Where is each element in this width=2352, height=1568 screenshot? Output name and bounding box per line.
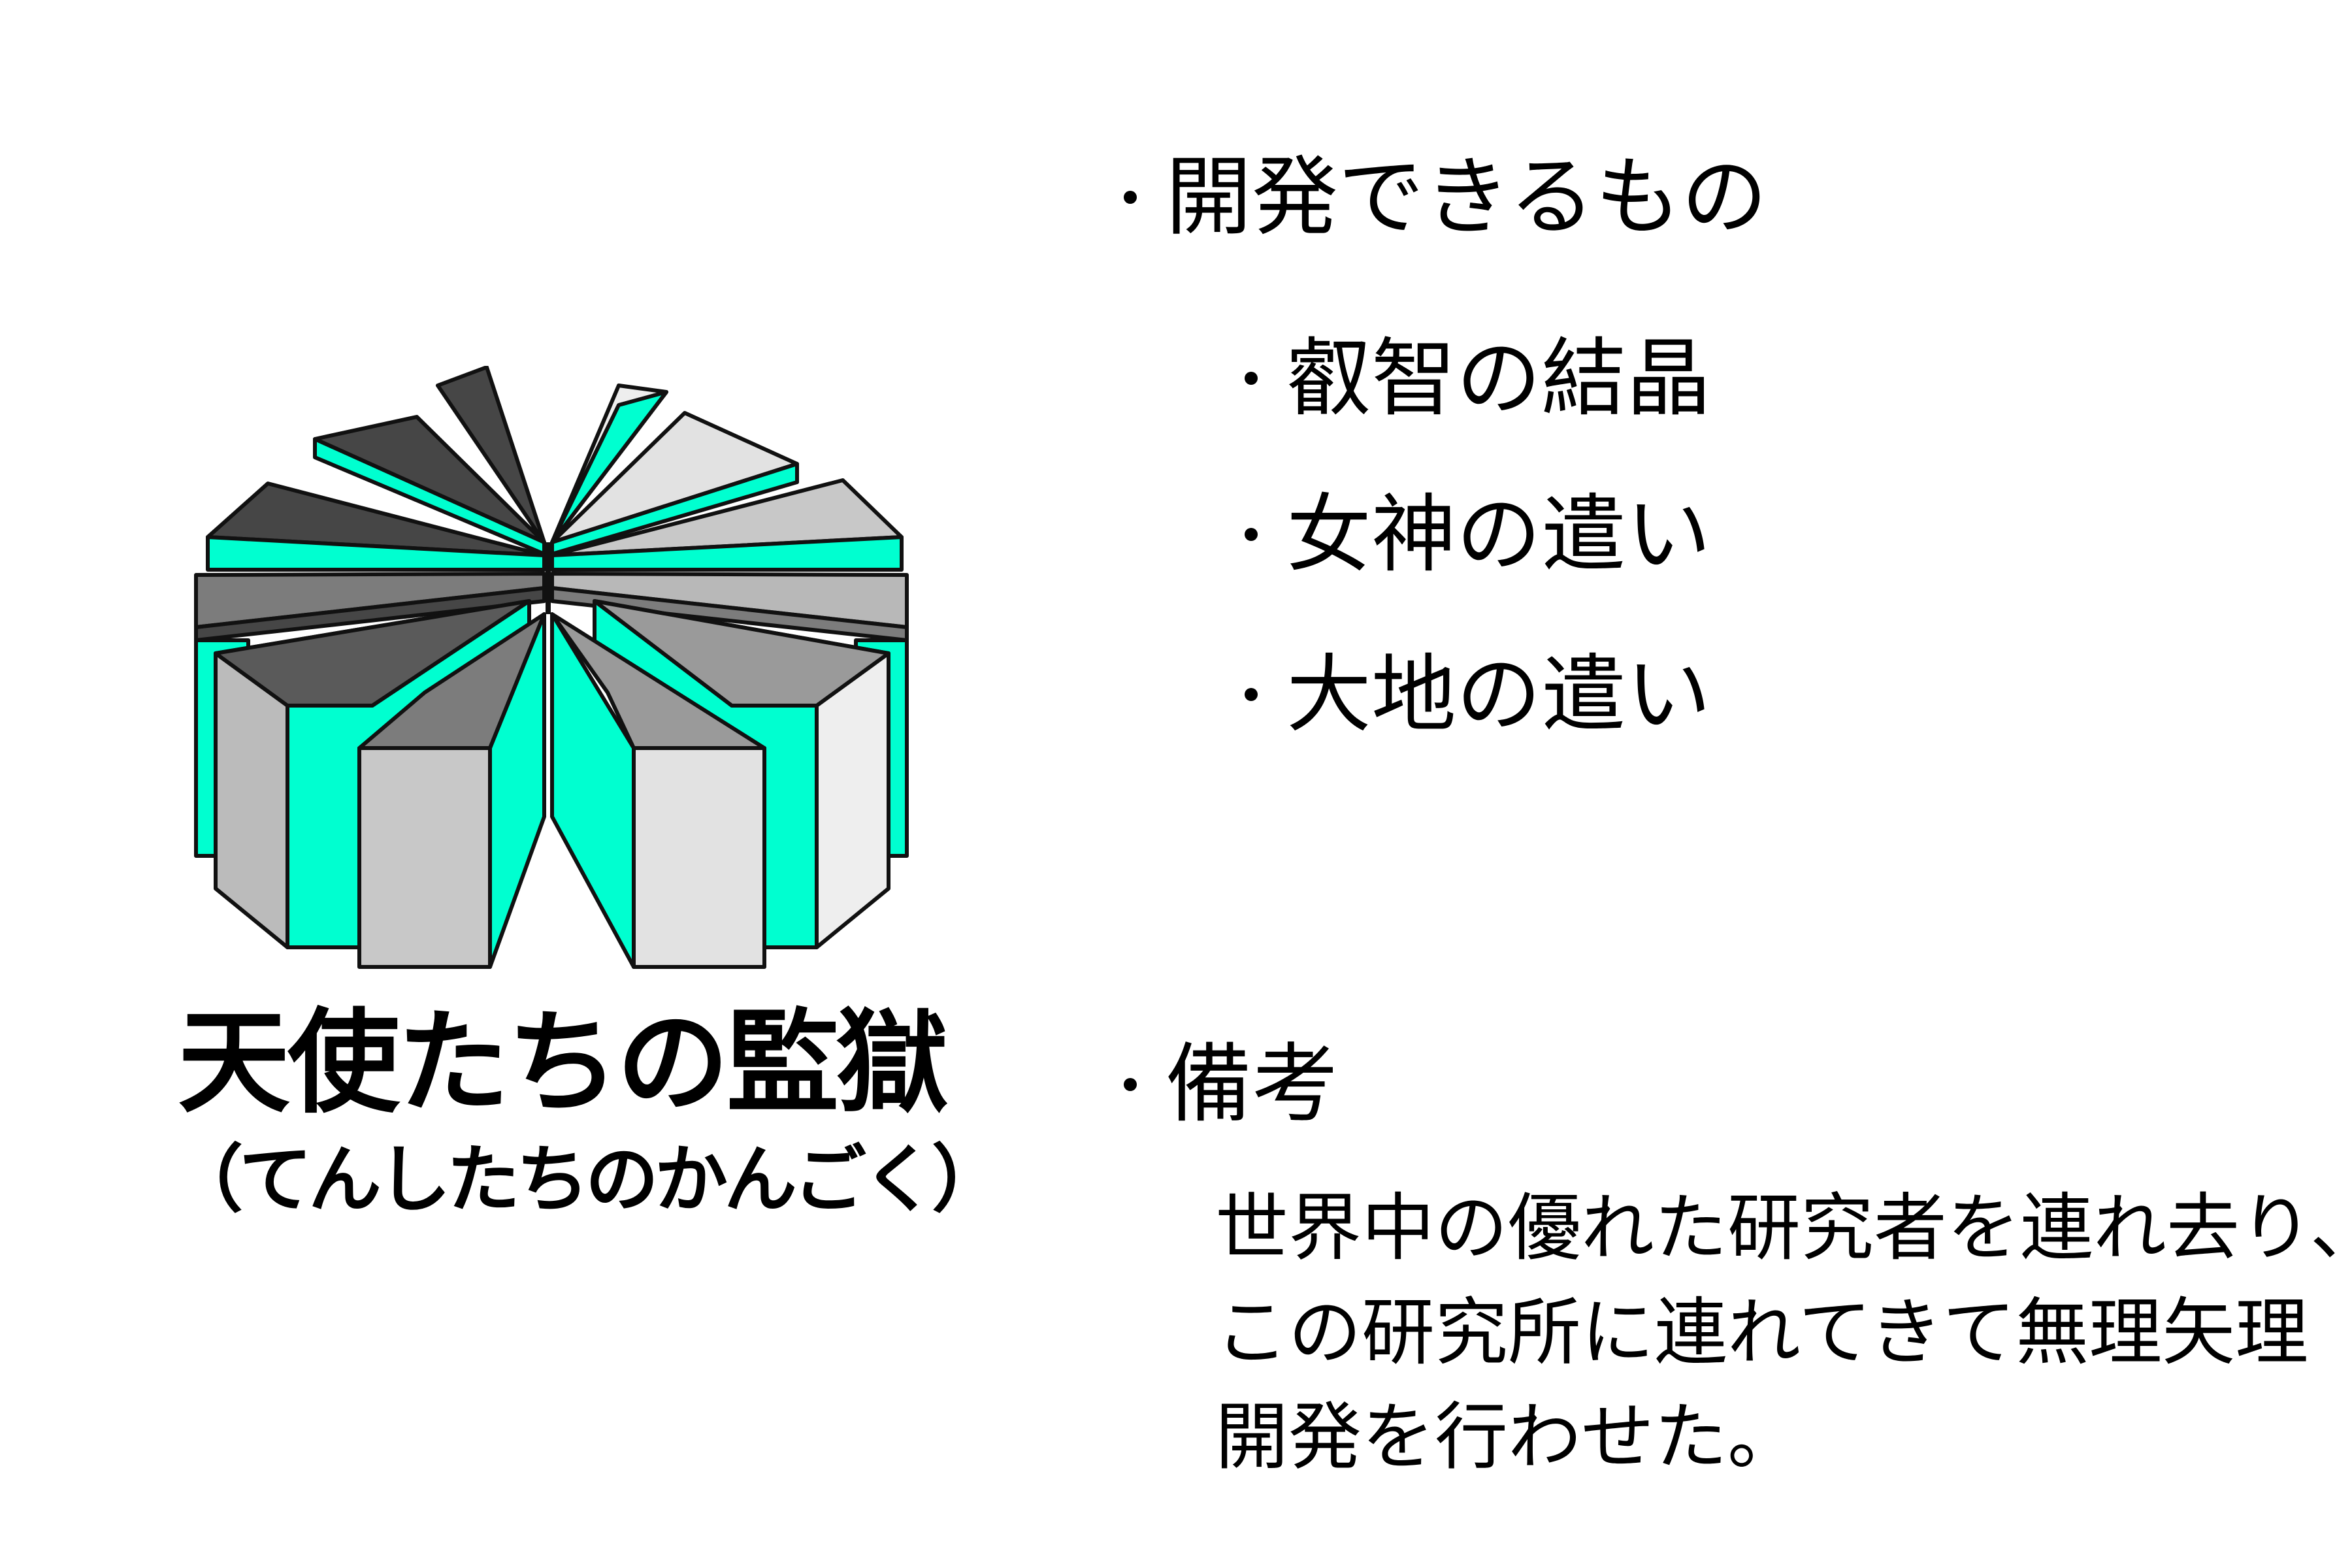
developable-item: 女神の遣い [1245, 492, 1711, 577]
remarks-line: 開発を行わせた。 [1215, 1395, 1801, 1480]
bullet-icon [1124, 191, 1137, 204]
developable-heading-text: 開発できるもの [1166, 147, 1768, 248]
remarks-heading-text: 備考 [1166, 1034, 1338, 1135]
remarks-body: 世界中の優れた研究者を連れ去り、 この研究所に連れてきて無理矢理 開発を行わせた… [1215, 1176, 2352, 1490]
bullet-icon [1245, 528, 1258, 541]
developable-item-text: 女神の遣い [1286, 485, 1712, 584]
developable-item-text: 大地の遣い [1286, 645, 1712, 744]
developable-item: 大地の遣い [1245, 652, 1711, 737]
logo-title: 天使たちの監獄 [178, 996, 949, 1128]
remarks-heading: 備考 [1124, 1041, 1338, 1128]
developable-item: 叡智の結晶 [1245, 336, 1711, 421]
remarks-line: 世界中の優れた研究者を連れ去り、 [1215, 1186, 2352, 1271]
bullet-icon [1124, 1078, 1137, 1091]
logo-reading: （てんしたちのかんごく） [170, 1137, 1005, 1222]
bullet-icon [1245, 688, 1258, 701]
developable-heading: 開発できるもの [1124, 154, 1767, 240]
angel-prison-logo-icon [194, 366, 909, 969]
bullet-icon [1245, 372, 1258, 385]
developable-item-text: 叡智の結晶 [1286, 329, 1712, 428]
remarks-line: この研究所に連れてきて無理矢理 [1215, 1290, 2309, 1375]
